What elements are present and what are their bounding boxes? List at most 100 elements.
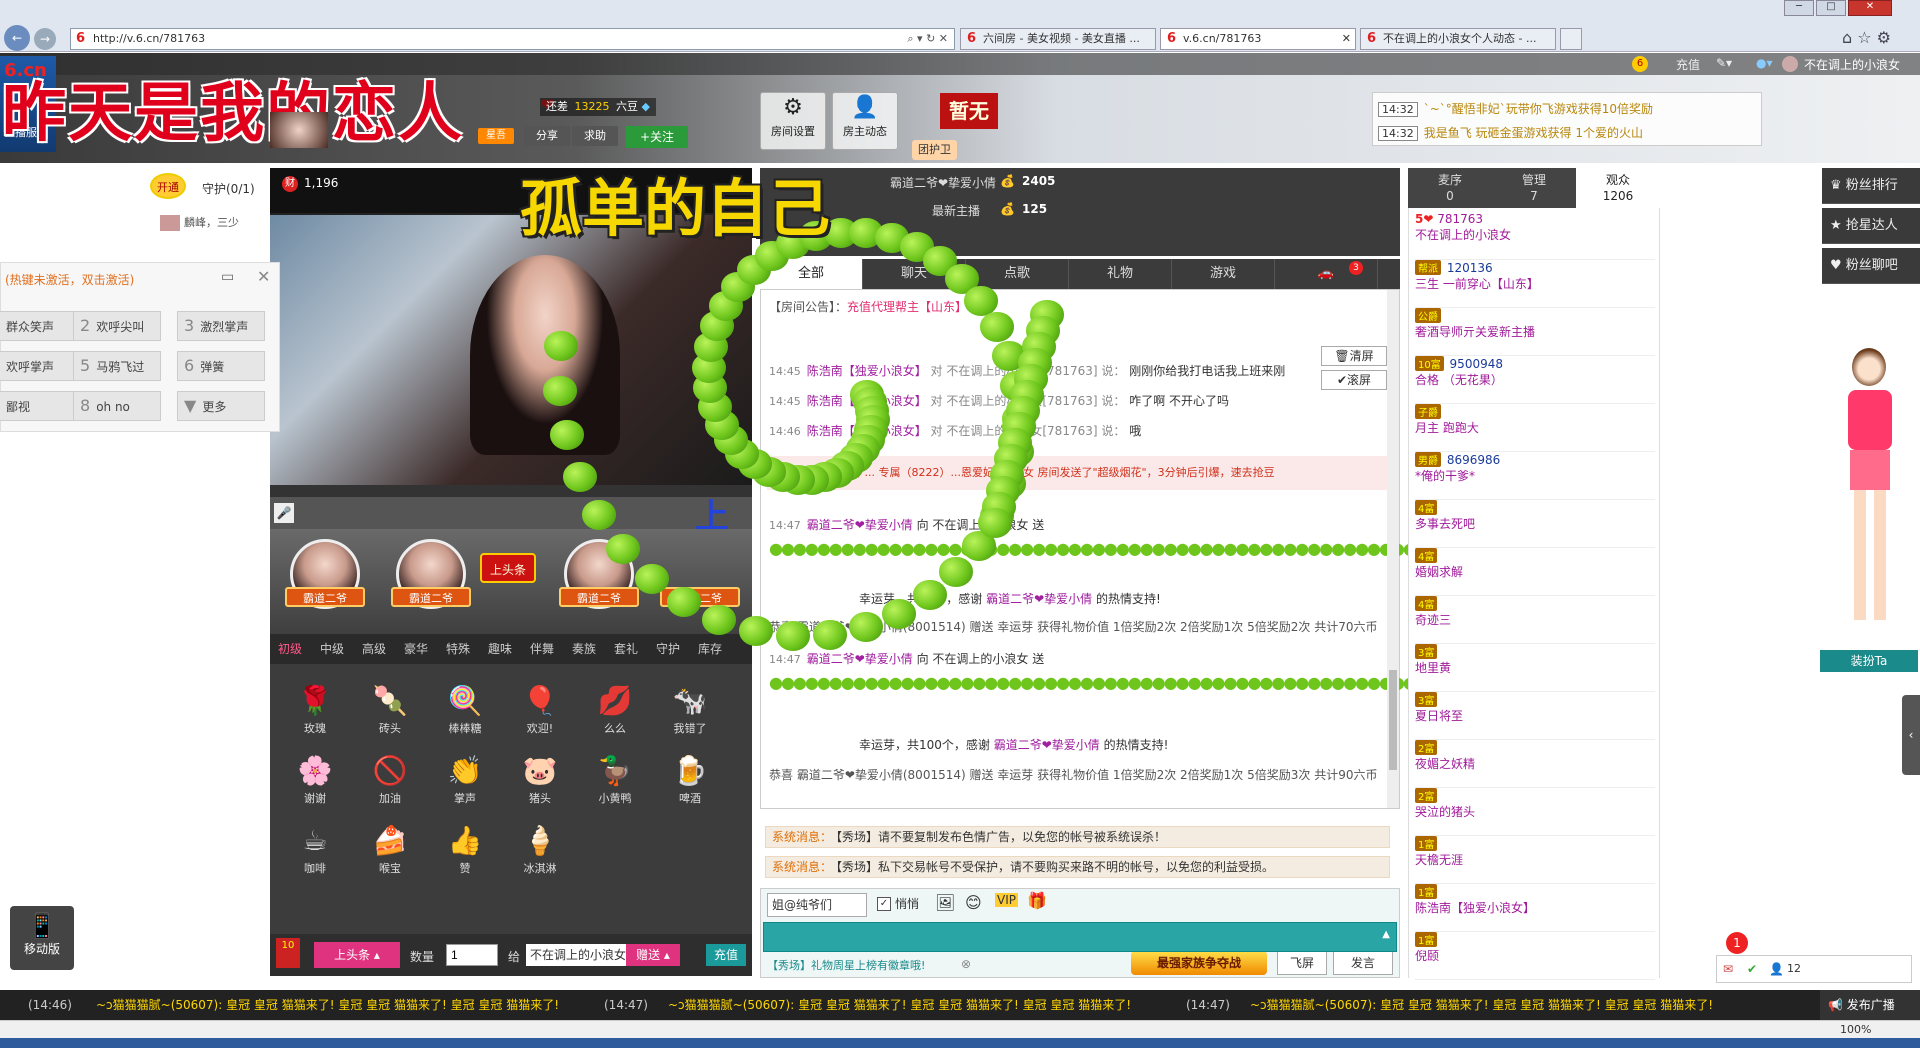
chat-user[interactable]: 陈浩南【独爱小浪女】 — [807, 424, 927, 438]
user-name[interactable]: 倪颐 — [1415, 947, 1655, 964]
user-name[interactable]: 月主 跑跑大 — [1415, 419, 1655, 436]
gift-item[interactable]: 👍 赞 — [430, 822, 500, 882]
grab-star-button[interactable]: ★ 抢星达人 — [1822, 208, 1920, 244]
live-video[interactable] — [270, 215, 752, 485]
close-window-icon[interactable]: ✕ — [1848, 0, 1892, 16]
search-refresh-close-icon[interactable]: ⌕ ▾ ↻ ✕ — [907, 29, 948, 49]
address-bar[interactable]: 6 http://v.6.cn/781763 ⌕ ▾ ↻ ✕ — [70, 28, 955, 50]
chat-user[interactable]: 陈浩南【独爱小浪女】 — [807, 364, 927, 378]
audience-item[interactable]: 3富 地里黄 — [1415, 644, 1655, 692]
tab-vehicle[interactable]: 🚗 3 — [1275, 259, 1378, 289]
chat-user[interactable]: 霸道二爷❤挚爱小倩 — [807, 518, 913, 532]
tab-mic-queue[interactable]: 麦序 0 — [1408, 168, 1492, 208]
close-icon[interactable]: ⊗ — [961, 957, 971, 971]
gift-item[interactable]: 🌸 谢谢 — [280, 752, 350, 812]
gift-item[interactable]: 🍡 砖头 — [355, 682, 425, 742]
image-icon[interactable]: 🖼 — [935, 893, 955, 912]
family-battle-banner[interactable]: 最强家族争夺战 — [1131, 951, 1267, 975]
audience-item[interactable]: 4富 婚姻求解 — [1415, 548, 1655, 596]
coin-icon[interactable]: 6 — [1632, 56, 1648, 72]
home-star-gear-icons[interactable]: ⌂ ☆ ⚙ — [1842, 28, 1891, 47]
tab-room[interactable]: 6 v.6.cn/781763 ✕ — [1160, 28, 1356, 50]
hotkey-item[interactable]: 欢呼掌声 — [0, 351, 81, 381]
broadcast-bar[interactable]: 六间房快报：恭喜 ... 专属（8222）...恩爱妃$希乖女 房间发送了"超级… — [767, 456, 1387, 490]
publish-broadcast-button[interactable]: 📢 发布广播 — [1820, 990, 1920, 1020]
shield-icon[interactable]: ●▾ — [1756, 56, 1773, 70]
tab-chat[interactable]: 聊天 — [863, 259, 966, 289]
gift-item[interactable]: ☕ 咖啡 — [280, 822, 350, 882]
send-message-button[interactable]: 发言 — [1333, 951, 1393, 975]
gift-item[interactable]: 🍭 棒棒糖 — [430, 682, 500, 742]
top-username[interactable]: 不在调上的小浪女 — [1804, 56, 1900, 73]
top-recharge-link[interactable]: 充值 — [1676, 56, 1700, 73]
maximize-icon[interactable]: □ — [1816, 0, 1846, 16]
user-name[interactable]: 不在调上的小浪女 — [1415, 226, 1655, 243]
emoji-icon[interactable]: 😊 — [965, 893, 982, 912]
user-name[interactable]: 夏日将至 — [1415, 707, 1655, 724]
chat-target-select[interactable]: 姐@纯爷们 — [767, 893, 867, 917]
gift-item[interactable]: 🚫 加油 — [355, 752, 425, 812]
audience-item[interactable]: 3富 夏日将至 — [1415, 692, 1655, 740]
chat-text-input[interactable]: ▲ — [763, 922, 1397, 952]
user-name[interactable]: 多事去死吧 — [1415, 515, 1655, 532]
mail-icon[interactable]: ✉ — [1723, 962, 1733, 976]
clear-screen-button[interactable]: 🗑清屏 — [1321, 346, 1387, 366]
headline-button[interactable]: 上头条 ▴ — [314, 942, 400, 968]
gift-tab[interactable]: 初级 — [278, 634, 302, 664]
tab-6cn-home[interactable]: 6 六间房 - 美女视频 - 美女直播 ... — [960, 28, 1156, 50]
gift-tab[interactable]: 奏族 — [572, 634, 596, 664]
fan-club-badge[interactable]: 团护卫 — [912, 140, 957, 160]
user-name[interactable]: 天檐无涯 — [1415, 851, 1655, 868]
audience-item[interactable]: 4富 多事去死吧 — [1415, 500, 1655, 548]
audience-item[interactable]: 1富 陈浩南【独爱小浪女】 — [1415, 884, 1655, 932]
user-name[interactable]: 陈浩南【独爱小浪女】 — [1415, 899, 1655, 916]
audience-item[interactable]: 帮派 120136 三生 一前穿心【山东】 — [1415, 260, 1655, 308]
vip-emoji-icon[interactable]: VIP — [995, 893, 1018, 907]
tab-game[interactable]: 游戏 — [1172, 259, 1275, 289]
send-gift-button[interactable]: 赠送 ▴ — [626, 944, 680, 966]
collapse-arrow-icon[interactable]: ‹ — [1902, 695, 1920, 775]
back-icon[interactable]: ← — [4, 25, 30, 51]
minimize-panel-icon[interactable]: ▭ — [221, 269, 234, 285]
user-name[interactable]: 夜媚之妖精 — [1415, 755, 1655, 772]
hotkey-item[interactable]: 5 马鸦飞过 — [73, 351, 161, 381]
thanks-user[interactable]: 霸道二爷❤挚爱小倩 — [994, 738, 1100, 752]
notification-badge[interactable]: 1 — [1726, 932, 1748, 954]
hotkey-item[interactable]: 8 oh no — [73, 391, 161, 421]
gift-tab[interactable]: 伴舞 — [530, 634, 554, 664]
people-icon[interactable]: 👤 — [1769, 962, 1784, 976]
audience-item[interactable]: 1富 倪颐 — [1415, 932, 1655, 980]
microphone-icon[interactable]: 🎤 — [274, 503, 294, 523]
close-icon[interactable]: ✕ — [257, 267, 270, 286]
fan-chat-button[interactable]: ♥ 粉丝聊吧 — [1822, 248, 1920, 284]
audience-item[interactable]: 5❤ 781763 不在调上的小浪女 — [1415, 212, 1655, 260]
audience-item[interactable]: 1富 天檐无涯 — [1415, 836, 1655, 884]
gift-item[interactable]: 👏 掌声 — [430, 752, 500, 812]
gift-item[interactable]: 🐷 猪头 — [505, 752, 575, 812]
gift-item[interactable]: 🍺 啤酒 — [655, 752, 725, 812]
forward-icon[interactable]: → — [34, 28, 56, 50]
hotkey-item[interactable]: 6 弹簧 — [177, 351, 265, 381]
quantity-input[interactable] — [446, 944, 498, 966]
gift-tab[interactable]: 特殊 — [446, 634, 470, 664]
guard-user[interactable]: 麟峰，三少 — [160, 214, 270, 236]
recharge-button[interactable]: 充值 — [706, 944, 746, 966]
user-name[interactable]: 奢酒导师亓关爱新主播 — [1415, 323, 1655, 340]
host-activity-button[interactable]: 👤 房主动态 — [832, 92, 898, 150]
gift-tab[interactable]: 趣味 — [488, 634, 512, 664]
top-rank-user[interactable]: 霸道二爷❤挚爱小倩 — [890, 174, 996, 191]
user-name[interactable]: 地里黄 — [1415, 659, 1655, 676]
chat-messages[interactable]: 【房间公告】：充值代理帮主【山东】 🗑清屏 ✔滚屏 14:45 陈浩南【独爱小浪女… — [760, 289, 1489, 809]
host-thumbnail[interactable] — [270, 112, 328, 148]
avatar-figure[interactable] — [1820, 340, 1920, 640]
audience-item[interactable]: 10富 9500948 合格 （无花果） — [1415, 356, 1655, 404]
recipient-select[interactable]: 不在调上的小浪女 — [526, 944, 626, 966]
private-checkbox[interactable]: ✓ — [877, 897, 891, 911]
user-name[interactable]: *俺的干爹* — [1415, 467, 1655, 484]
edit-icon[interactable]: ✎▾ — [1716, 56, 1732, 70]
gift-item[interactable]: 🍰 喉宝 — [355, 822, 425, 882]
room-settings-button[interactable]: ⚙ 房间设置 — [760, 92, 826, 150]
tab-profile[interactable]: 6 不在调上的小浪女个人动态 - ... — [1360, 28, 1556, 50]
fan-ranking-button[interactable]: ♛ 粉丝排行 — [1822, 168, 1920, 204]
gift-tab[interactable]: 高级 — [362, 634, 386, 664]
